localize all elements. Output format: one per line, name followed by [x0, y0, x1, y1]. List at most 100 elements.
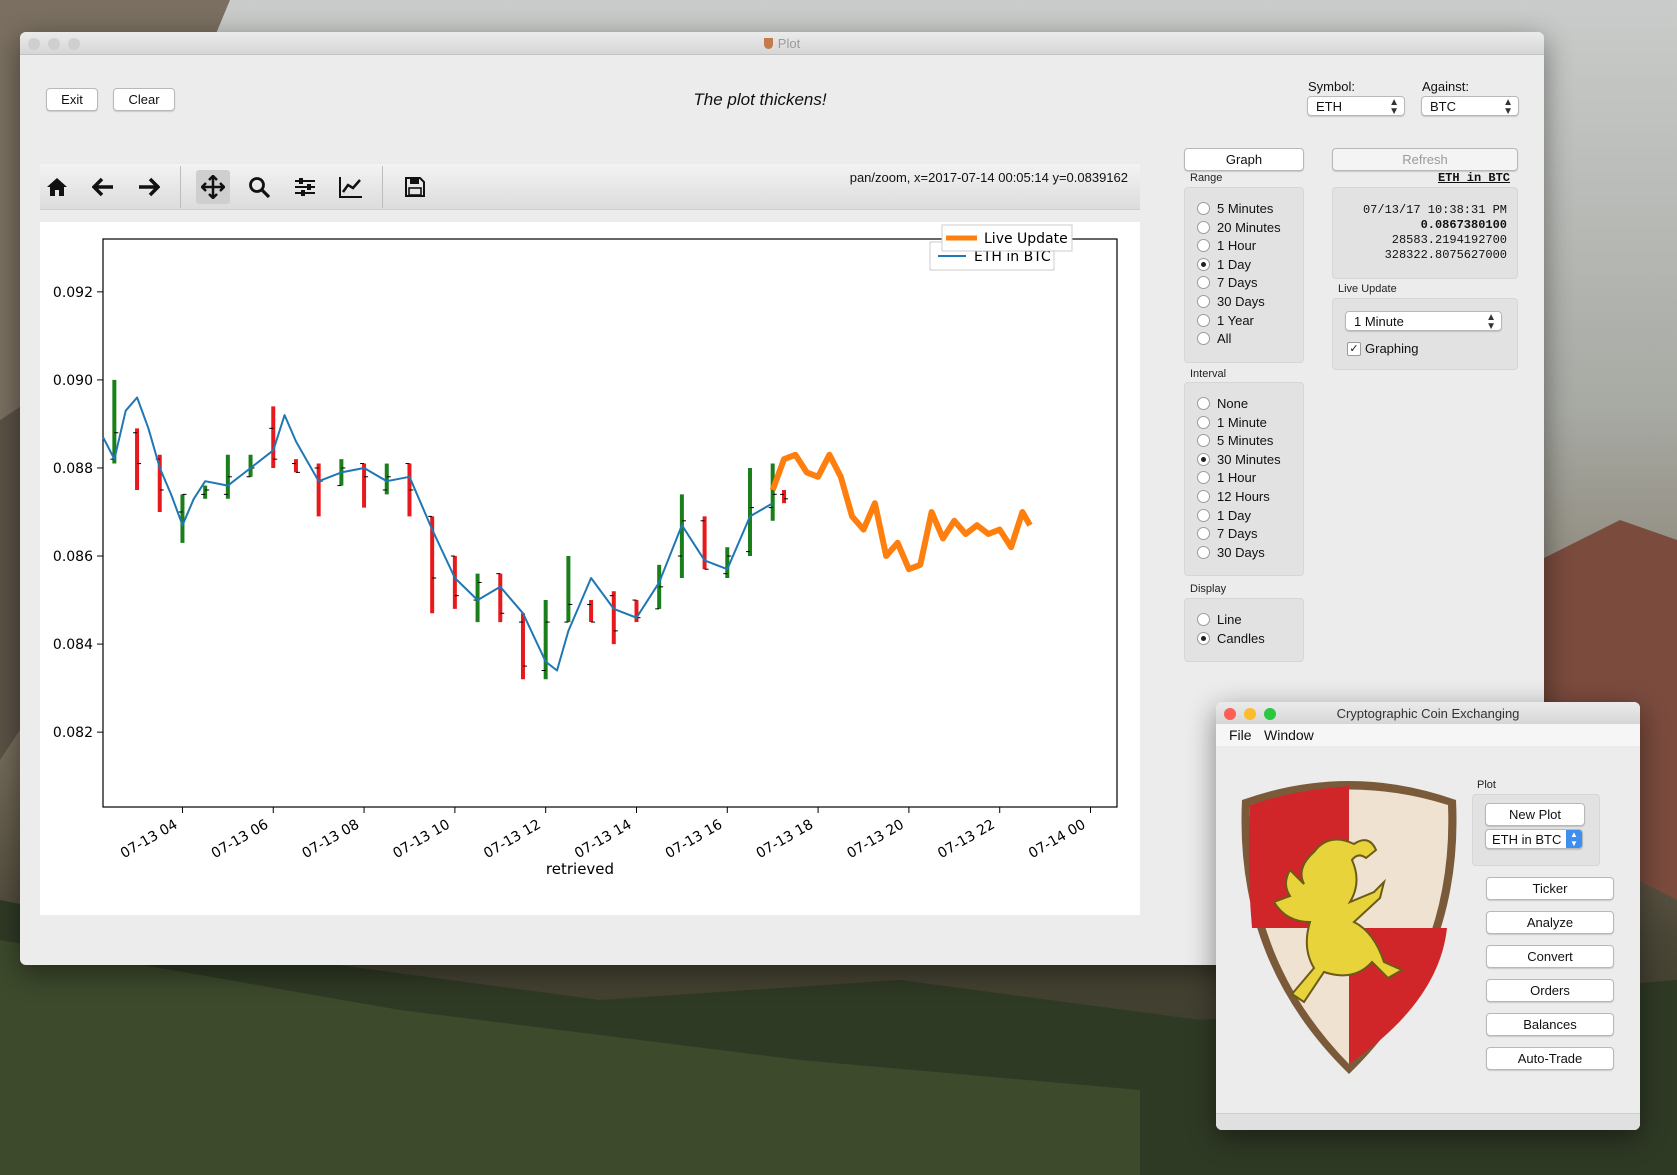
radio-button-icon: [1197, 257, 1210, 271]
symbol-label: Symbol:: [1308, 79, 1355, 94]
chevron-updown-icon: ▲ ▼: [1566, 830, 1582, 848]
interval-option[interactable]: None: [1197, 395, 1248, 413]
interval-option-label: 30 Days: [1217, 544, 1265, 560]
menu-file[interactable]: File: [1229, 727, 1252, 743]
clear-button[interactable]: Clear: [113, 88, 175, 111]
against-select[interactable]: BTC ▲ ▼: [1421, 96, 1519, 117]
radio-button-icon: [1197, 202, 1210, 215]
range-group: 5 Minutes 20 Minutes 1 Hour 1 Day 7 Days 30 D…: [1184, 187, 1304, 363]
convert-button[interactable]: Convert: [1486, 945, 1614, 968]
range-option-label: All: [1217, 331, 1232, 347]
new-plot-button[interactable]: New Plot: [1485, 803, 1585, 826]
range-option[interactable]: 1 Hour: [1197, 237, 1256, 255]
interval-option-label: 1 Day: [1217, 507, 1251, 523]
range-option[interactable]: 30 Days: [1197, 293, 1265, 311]
live-update-group: 1 Minute ▲ ▼ ✓ Graphing: [1332, 298, 1518, 370]
radio-button-icon: [1197, 415, 1210, 429]
radio-button-icon: [1197, 471, 1210, 485]
home-icon[interactable]: [40, 170, 74, 204]
x-tick-label: 07-13 10: [390, 817, 453, 862]
range-option[interactable]: 7 Days: [1197, 274, 1257, 292]
chevron-updown-icon: ▲ ▼: [1389, 97, 1399, 117]
plot-window-titlebar[interactable]: Plot: [20, 32, 1544, 55]
graphing-checkbox[interactable]: ✓ Graphing: [1347, 341, 1418, 357]
display-option-label: Candles: [1217, 630, 1265, 646]
live-update-select-value: 1 Minute: [1354, 314, 1404, 329]
radio-button-icon: [1197, 397, 1210, 410]
ticker-time: 07/13/17 10:38:31 PM: [1362, 203, 1507, 217]
interval-option[interactable]: 1 Hour: [1197, 469, 1256, 487]
interval-group: None 1 Minute 5 Minutes 30 Minutes 1 Hour 12 …: [1184, 382, 1304, 576]
radio-button-icon: [1197, 276, 1210, 290]
configure-subplots-icon[interactable]: [288, 170, 322, 204]
ticker-price: 0.0867380100: [1420, 218, 1507, 232]
range-option[interactable]: 5 Minutes: [1197, 200, 1273, 218]
y-tick-label: 0.092: [53, 285, 93, 301]
save-icon[interactable]: [398, 170, 432, 204]
toolbar-separator: [180, 166, 181, 208]
display-option[interactable]: Candles: [1197, 630, 1265, 648]
range-option[interactable]: 1 Year: [1197, 312, 1254, 330]
checkbox-checked-icon: ✓: [1347, 342, 1361, 356]
interval-option[interactable]: 30 Days: [1197, 544, 1265, 562]
analyze-button[interactable]: Analyze: [1486, 911, 1614, 934]
toolbar-separator: [382, 166, 383, 208]
range-option-label: 1 Day: [1217, 256, 1251, 272]
zoom-icon[interactable]: [242, 170, 276, 204]
radio-button-icon: [1197, 313, 1210, 327]
ticker-button[interactable]: Ticker: [1486, 877, 1614, 900]
interval-option[interactable]: 5 Minutes: [1197, 432, 1273, 450]
edit-axis-icon[interactable]: [334, 170, 368, 204]
auto-trade-button[interactable]: Auto-Trade: [1486, 1047, 1614, 1070]
interval-option[interactable]: 30 Minutes: [1197, 451, 1281, 469]
graph-button[interactable]: Graph: [1184, 148, 1304, 171]
radio-button-icon: [1197, 332, 1210, 346]
x-tick-label: 07-13 04: [118, 817, 181, 862]
pan-icon[interactable]: [196, 170, 230, 204]
app-window-titlebar[interactable]: Cryptographic Coin Exchanging: [1216, 702, 1640, 725]
menu-window[interactable]: Window: [1264, 727, 1314, 743]
forward-arrow-icon[interactable]: [132, 170, 166, 204]
interval-option[interactable]: 7 Days: [1197, 525, 1257, 543]
refresh-button[interactable]: Refresh: [1332, 148, 1518, 171]
range-option[interactable]: 20 Minutes: [1197, 219, 1281, 237]
back-arrow-icon[interactable]: [86, 170, 120, 204]
symbol-select[interactable]: ETH ▲ ▼: [1307, 96, 1405, 117]
range-option[interactable]: All: [1197, 330, 1231, 348]
interval-option-label: 5 Minutes: [1217, 433, 1274, 449]
x-tick-label: 07-13 20: [844, 817, 907, 862]
interval-option[interactable]: 1 Minute: [1197, 414, 1267, 432]
plot-area: [102, 238, 1118, 808]
radio-button-icon: [1197, 613, 1210, 626]
ticker-value-1: 28583.2194192700: [1391, 233, 1507, 247]
radio-button-icon: [1197, 545, 1210, 559]
display-group: Line Candles: [1184, 598, 1304, 662]
interval-option-label: 12 Hours: [1217, 489, 1270, 504]
interval-option[interactable]: 1 Day: [1197, 507, 1251, 525]
price-chart[interactable]: 0.082 0.084 0.086 0.088 0.090 0.092 07-13 04 07…: [40, 222, 1140, 915]
plot-status-readout: pan/zoom, x=2017-07-14 00:05:14 y=0.0839…: [849, 170, 1128, 185]
x-tick-label: 07-13 12: [481, 817, 544, 862]
griffin-shield-logo: [1241, 781, 1457, 1074]
y-tick-label: 0.090: [53, 373, 93, 389]
display-option[interactable]: Line: [1197, 611, 1242, 629]
app-window-title: Cryptographic Coin Exchanging: [1336, 706, 1520, 721]
pair-select[interactable]: ETH in BTC ▲ ▼: [1485, 829, 1583, 849]
plot-section-label: Plot: [1477, 779, 1496, 791]
plot-heading: The plot thickens!: [693, 90, 827, 109]
interval-option-label: 1 Hour: [1217, 470, 1257, 486]
radio-button-icon: [1197, 452, 1210, 466]
plot-toolbar: pan/zoom, x=2017-07-14 00:05:14 y=0.0839…: [40, 164, 1140, 210]
radio-button-icon: [1197, 295, 1210, 308]
balances-button[interactable]: Balances: [1486, 1013, 1614, 1036]
status-bar: [1216, 1113, 1640, 1130]
ticker-value-2: 328322.8075627000: [1384, 248, 1507, 262]
against-select-value: BTC: [1430, 99, 1456, 114]
x-tick-label: 07-13 08: [300, 817, 363, 862]
live-update-select[interactable]: 1 Minute ▲ ▼: [1345, 311, 1502, 332]
interval-option-label: None: [1217, 396, 1249, 411]
range-option[interactable]: 1 Day: [1197, 256, 1251, 274]
interval-option[interactable]: 12 Hours: [1197, 488, 1270, 506]
orders-button[interactable]: Orders: [1486, 979, 1614, 1002]
exit-button[interactable]: Exit: [46, 88, 98, 111]
